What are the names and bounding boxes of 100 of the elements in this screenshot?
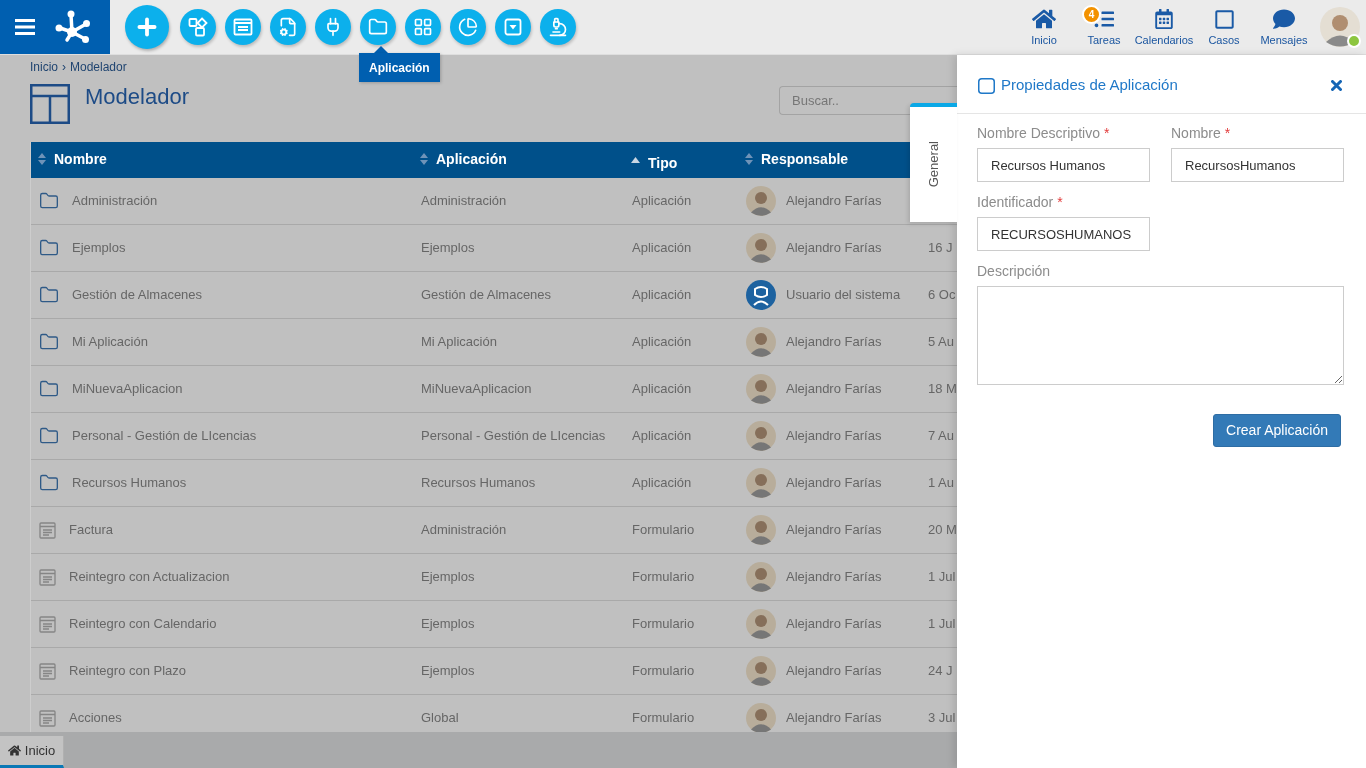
document-gear-icon: [278, 17, 298, 37]
item-name[interactable]: MiNuevaAplicacion: [72, 379, 183, 399]
input-field[interactable]: RecursosHumanos: [1171, 148, 1344, 182]
bottom-tab[interactable]: Inicio: [0, 736, 64, 768]
system-avatar-icon: [746, 280, 776, 310]
input-field[interactable]: Recursos Humanos: [977, 148, 1150, 182]
application-name: Administración: [421, 193, 507, 209]
type-label: Formulario: [632, 663, 695, 679]
user-avatar-icon[interactable]: [1320, 7, 1360, 47]
folder-icon: [39, 191, 59, 211]
column-header[interactable]: Tipo: [631, 152, 678, 174]
document-gear-button[interactable]: [270, 9, 306, 45]
item-name[interactable]: Reintegro con Actualizacion: [69, 567, 230, 587]
microscope-button[interactable]: [540, 9, 576, 45]
item-name[interactable]: Acciones: [69, 708, 122, 728]
nav-button[interactable]: Calendarios: [1134, 0, 1194, 54]
folder-icon: [39, 379, 59, 399]
breadcrumb-link[interactable]: Inicio: [30, 61, 58, 74]
column-header[interactable]: Nombre: [38, 148, 107, 170]
create-button[interactable]: Crear Aplicación: [1213, 414, 1341, 447]
grid-button[interactable]: [405, 9, 441, 45]
plug-button[interactable]: [315, 9, 351, 45]
side-tab[interactable]: General: [910, 103, 957, 222]
date-text: 18 M: [928, 381, 957, 397]
window-icon: [978, 77, 995, 94]
item-name[interactable]: Administración: [72, 191, 158, 211]
date-text: 16 J: [928, 240, 953, 256]
application-name: Recursos Humanos: [421, 475, 536, 491]
owner-name: Alejandro Farías: [786, 333, 882, 352]
avatar-icon: [746, 656, 776, 686]
house-icon: [7, 744, 21, 757]
avatar-icon: [746, 609, 776, 639]
folder-button[interactable]: [360, 9, 396, 45]
owner-name: Alejandro Farías: [786, 474, 882, 493]
application-name: Mi Aplicación: [421, 334, 497, 350]
close-icon[interactable]: [1331, 80, 1342, 91]
application-name: Global: [421, 710, 459, 726]
item-name[interactable]: Reintegro con Plazo: [69, 661, 187, 681]
avatar-icon: [746, 233, 776, 263]
application-name: Gestión de Almacenes: [421, 287, 552, 303]
owner-name: Alejandro Farías: [786, 427, 882, 446]
item-name[interactable]: Personal - Gestión de LIcencias: [72, 426, 257, 446]
item-name[interactable]: Reintegro con Calendario: [69, 614, 217, 634]
field-label: Nombre *: [1171, 125, 1232, 141]
owner-name: Alejandro Farías: [786, 239, 882, 258]
owner-name: Alejandro Farías: [786, 709, 882, 728]
form-button[interactable]: [225, 9, 261, 45]
owner-name: Alejandro Farías: [786, 192, 882, 211]
column-header[interactable]: Aplicación: [420, 148, 507, 170]
shapes-button[interactable]: [180, 9, 216, 45]
folder-icon: [39, 426, 59, 446]
add-button[interactable]: [125, 5, 169, 49]
application-name: Ejemplos: [421, 663, 475, 679]
item-name[interactable]: Factura: [69, 520, 114, 540]
avatar-icon: [746, 515, 776, 545]
nav-button[interactable]: Tareas 4: [1074, 0, 1134, 54]
input-field[interactable]: RECURSOSHUMANOS: [977, 217, 1150, 251]
field-label: Identificador *: [977, 194, 1064, 210]
type-label: Formulario: [632, 710, 695, 726]
form-icon: [39, 568, 56, 586]
form-icon: [39, 662, 56, 680]
application-name: Personal - Gestión de LIcencias: [421, 428, 606, 444]
owner-name: Alejandro Farías: [786, 615, 882, 634]
type-label: Aplicación: [632, 240, 692, 256]
avatar-icon: [746, 374, 776, 404]
pie-chart-icon: [458, 17, 478, 37]
dropdown-button[interactable]: [495, 9, 531, 45]
owner-name: Alejandro Farías: [786, 521, 882, 540]
item-name[interactable]: Ejemplos: [72, 238, 126, 258]
page-title: Modelador: [85, 84, 189, 110]
date-text: 6 Oc: [928, 287, 956, 303]
form-icon: [39, 615, 56, 633]
column-header[interactable]: Responsable: [745, 148, 849, 170]
logo-icon[interactable]: [55, 10, 91, 44]
field-label: Nombre Descriptivo *: [977, 125, 1111, 141]
item-name[interactable]: Recursos Humanos: [72, 473, 187, 493]
date-text: 3 Jul: [928, 710, 956, 726]
item-name[interactable]: Mi Aplicación: [72, 332, 148, 352]
folder-icon: [39, 285, 59, 305]
application-name: Ejemplos: [421, 569, 475, 585]
menu-icon[interactable]: [15, 19, 35, 35]
item-name[interactable]: Gestión de Almacenes: [72, 285, 203, 305]
pie-chart-button[interactable]: [450, 9, 486, 45]
application-name: Ejemplos: [421, 240, 475, 256]
avatar-icon: [746, 421, 776, 451]
avatar-icon: [746, 562, 776, 592]
type-label: Aplicación: [632, 193, 692, 209]
nav-button[interactable]: Inicio: [1014, 0, 1074, 54]
folder-icon: [39, 238, 59, 258]
nav-button[interactable]: Casos: [1194, 0, 1254, 54]
owner-name: Usuario del sistema: [786, 286, 901, 305]
type-label: Formulario: [632, 569, 695, 585]
folder-icon: [39, 332, 59, 352]
folder-icon: [368, 17, 388, 37]
panel-title: Propiedades de Aplicación: [1001, 75, 1178, 96]
date-text: 7 Au: [928, 428, 955, 444]
date-text: 20 M: [928, 522, 957, 538]
nav-button[interactable]: Mensajes: [1254, 0, 1314, 54]
text-area-field[interactable]: [977, 286, 1344, 385]
house-icon: [1032, 7, 1056, 31]
